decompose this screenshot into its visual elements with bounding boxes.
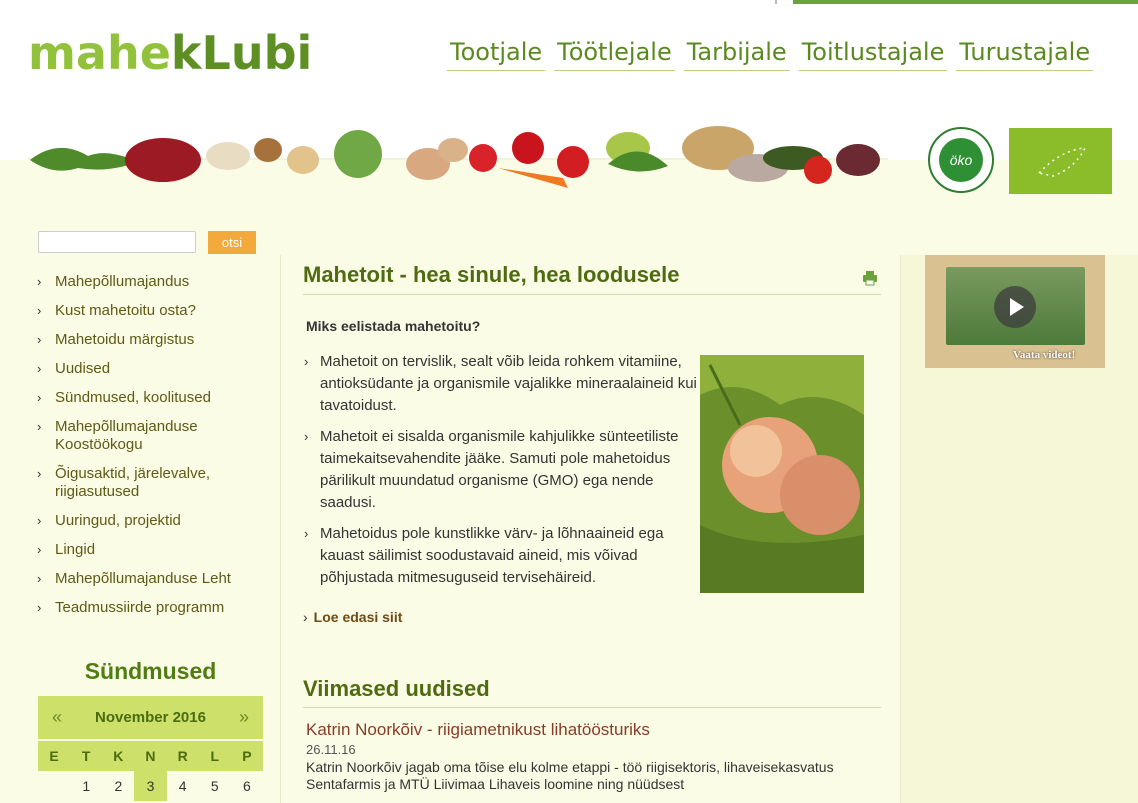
top-divider xyxy=(775,0,777,4)
read-more-link[interactable]: › Loe edasi siit xyxy=(303,609,402,625)
top-accent-bar xyxy=(793,0,1138,4)
search-button[interactable]: otsi xyxy=(208,231,256,254)
print-icon[interactable] xyxy=(862,270,878,286)
news-item-title[interactable]: Katrin Noorkõiv - riigiametnikust lihatö… xyxy=(306,720,650,740)
sidebar-item[interactable]: › Mahetoidu märgistus xyxy=(37,331,272,349)
sidebar-item-label: Sündmused, koolitused xyxy=(55,389,211,406)
news-item-date: 26.11.16 xyxy=(306,742,356,757)
chevron-right-icon: › xyxy=(304,526,309,541)
bullet-text: Mahetoidus pole kunstlikke värv- ja lõhn… xyxy=(320,525,664,586)
chevron-right-icon: › xyxy=(37,361,42,376)
chevron-right-icon: › xyxy=(37,571,42,586)
site-logo[interactable]: mahekLubi xyxy=(28,26,312,80)
nav-turustajale[interactable]: Turustajale xyxy=(956,38,1094,71)
chevron-right-icon: › xyxy=(37,466,42,481)
calendar-day-today[interactable]: 3 xyxy=(134,771,167,801)
sidebar-item[interactable]: › Mahepõllumajanduse Koostöökogu xyxy=(37,418,272,454)
calendar-week: 1 2 3 4 5 6 xyxy=(38,771,263,801)
chevron-right-icon: › xyxy=(304,429,309,444)
nav-toitlustajale[interactable]: Toitlustajale xyxy=(798,38,948,71)
play-icon[interactable] xyxy=(994,286,1036,328)
list-item: › Mahetoit ei sisalda organismile kahjuli… xyxy=(302,426,699,514)
column-divider xyxy=(900,255,901,803)
chevron-right-icon: › xyxy=(37,419,42,434)
sidebar-item[interactable]: › Teadmussiirde programm xyxy=(37,599,272,617)
list-item: › Mahetoit on tervislik, sealt võib leida… xyxy=(302,351,699,417)
sidebar-item[interactable]: › Mahepõllumajandus xyxy=(37,273,272,291)
video-label: Vaata videot! xyxy=(1013,349,1076,361)
logo-part-2: kLubi xyxy=(170,26,313,80)
column-divider xyxy=(280,255,281,803)
news-section-title: Viimased uudised xyxy=(303,676,881,708)
eu-organic-leaf-icon xyxy=(1009,128,1112,194)
sidebar-item-label: Õigusaktid, järelevalve, riigiasutused xyxy=(55,465,211,500)
sidebar-item[interactable]: › Õigusaktid, järelevalve, riigiasutused xyxy=(37,465,272,501)
sidebar-item[interactable]: › Uudised xyxy=(37,360,272,378)
calendar-next-button[interactable]: » xyxy=(239,707,249,728)
sidebar-item-label: Kust mahetoitu osta? xyxy=(55,302,196,319)
nav-tootlejale[interactable]: Töötlejale xyxy=(554,38,675,71)
sidebar-item-label: Mahepõllumajanduse Leht xyxy=(55,570,231,587)
sidebar-item-label: Uudised xyxy=(55,360,111,377)
weekday: L xyxy=(210,748,220,764)
sidebar-item[interactable]: › Sündmused, koolitused xyxy=(37,389,272,407)
oko-badge-text: öko xyxy=(950,152,973,168)
article-bullets: › Mahetoit on tervislik, sealt võib leida… xyxy=(302,351,699,598)
calendar-day[interactable]: 6 xyxy=(231,771,263,801)
calendar-day[interactable]: 5 xyxy=(199,771,231,801)
chevron-right-icon: › xyxy=(37,600,42,615)
sidebar-item[interactable]: › Mahepõllumajanduse Leht xyxy=(37,570,272,588)
chevron-right-icon: › xyxy=(37,332,42,347)
weekday: E xyxy=(49,748,59,764)
calendar-prev-button[interactable]: « xyxy=(52,707,62,728)
sidebar-item-label: Lingid xyxy=(55,541,96,558)
article-subtitle: Miks eelistada mahetoitu? xyxy=(306,318,481,334)
calendar-day[interactable]: 4 xyxy=(167,771,199,801)
weekday: N xyxy=(145,748,156,764)
read-more-label: Loe edasi siit xyxy=(313,609,403,625)
chevron-right-icon: › xyxy=(304,354,309,369)
calendar-header: « November 2016 » xyxy=(38,696,263,739)
calendar-day xyxy=(38,771,70,801)
chevron-right-icon: › xyxy=(37,513,42,528)
chevron-right-icon: › xyxy=(37,274,42,289)
nav-tootjale[interactable]: Tootjale xyxy=(447,38,546,71)
search-input[interactable] xyxy=(38,231,196,253)
sidebar-item-label: Mahetoidu märgistus xyxy=(55,331,195,348)
bullet-text: Mahetoit ei sisalda organismile kahjulik… xyxy=(320,428,679,511)
vegetable-banner xyxy=(28,126,888,188)
logo-part-1: mahe xyxy=(28,26,171,80)
list-item: › Mahetoidus pole kunstlikke värv- ja lõh… xyxy=(302,523,699,589)
sidebar-item-label: Teadmussiirde programm xyxy=(55,599,225,616)
chevron-right-icon: › xyxy=(37,542,42,557)
main-nav: Tootjale Töötlejale Tarbijale Toitlustaj… xyxy=(447,38,1094,71)
nav-tarbijale[interactable]: Tarbijale xyxy=(683,38,790,71)
sidebar-nav: › Mahepõllumajandus › Kust mahetoitu osta?… xyxy=(37,273,272,628)
video-thumbnail[interactable]: Vaata videot! xyxy=(925,255,1105,368)
oko-badge-icon: öko xyxy=(928,127,994,193)
sidebar-item-label: Mahepõllumajandus xyxy=(55,273,190,290)
calendar-month: November 2016 xyxy=(95,709,206,726)
apple-photo xyxy=(700,355,864,593)
weekday: T xyxy=(81,748,91,764)
sidebar-item-label: Uuringud, projektid xyxy=(55,512,181,529)
news-item-text: Katrin Noorkõiv jagab oma tõise elu kolm… xyxy=(306,759,834,792)
weekday: K xyxy=(113,748,124,764)
sidebar-item[interactable]: › Kust mahetoitu osta? xyxy=(37,302,272,320)
chevron-right-icon: › xyxy=(37,303,42,318)
sidebar-item-label: Mahepõllumajanduse Koostöökogu xyxy=(55,418,198,453)
chevron-right-icon: › xyxy=(303,609,308,625)
sidebar-item[interactable]: › Lingid xyxy=(37,541,272,559)
weekday: P xyxy=(242,748,252,764)
bullet-text: Mahetoit on tervislik, sealt võib leida … xyxy=(320,353,697,414)
sidebar-item[interactable]: › Uuringud, projektid xyxy=(37,512,272,530)
events-calendar: « November 2016 » E T K N R L P 1 2 3 4 … xyxy=(38,696,263,801)
calendar-day[interactable]: 1 xyxy=(70,771,102,801)
calendar-day[interactable]: 2 xyxy=(102,771,134,801)
chevron-right-icon: › xyxy=(37,390,42,405)
page-title: Mahetoit - hea sinule, hea loodusele xyxy=(303,262,881,295)
calendar-weekdays: E T K N R L P xyxy=(38,739,263,771)
weekday: R xyxy=(177,748,188,764)
events-title: Sündmused xyxy=(84,658,217,684)
